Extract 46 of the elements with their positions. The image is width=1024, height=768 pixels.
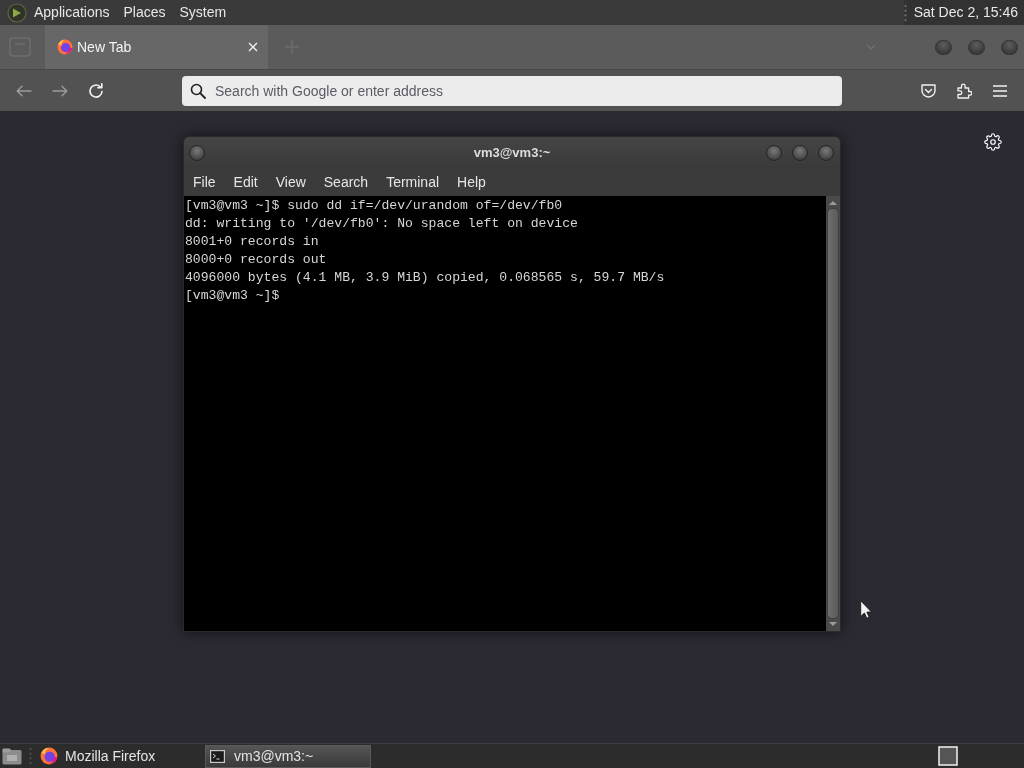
menu-item[interactable]: Search xyxy=(317,170,375,194)
panel-menu[interactable]: System xyxy=(172,0,234,25)
play-circle-icon[interactable] xyxy=(7,2,27,23)
panel-menu[interactable]: Applications xyxy=(27,0,117,25)
terminal-line: 4096000 bytes (4.1 MB, 3.9 MiB) copied, 0.068565 s, 59.7 MB/s xyxy=(185,269,665,287)
terminal-line: [vm3@vm3 ~]$ xyxy=(185,287,280,305)
window-control-button[interactable] xyxy=(968,39,985,55)
taskbar-button[interactable]: vm3@vm3:~ xyxy=(205,744,371,768)
terminal-line: dd: writing to '/dev/fb0': No space left on device xyxy=(185,215,578,233)
menu-item[interactable]: Terminal xyxy=(380,170,446,194)
menu-icon[interactable] xyxy=(993,84,1007,97)
menu-item[interactable]: Help xyxy=(451,170,492,194)
scrollbar-thumb[interactable] xyxy=(827,208,839,619)
search-icon xyxy=(190,82,206,99)
grip-icon[interactable] xyxy=(903,3,907,22)
menu-item[interactable]: Edit xyxy=(227,170,264,194)
window-control-button[interactable] xyxy=(766,144,782,161)
terminal-icon xyxy=(210,749,225,763)
window-control-button[interactable] xyxy=(792,144,808,161)
mouse-pointer-icon xyxy=(860,600,872,619)
shield-chevron-icon[interactable] xyxy=(920,83,936,98)
reload-icon[interactable] xyxy=(88,82,104,99)
menu-item[interactable]: View xyxy=(269,170,312,194)
browser-tab[interactable]: New Tab xyxy=(45,25,268,69)
address-bar[interactable]: Search with Google or enter address xyxy=(182,75,842,106)
window-title: vm3@vm3:~ xyxy=(473,143,551,162)
puzzle-icon[interactable] xyxy=(956,82,972,99)
window-control-button[interactable] xyxy=(935,39,952,55)
panel-menu[interactable]: Places xyxy=(116,0,173,25)
browser-logo-icon xyxy=(57,39,73,55)
window-control-button[interactable] xyxy=(818,144,834,161)
window-control-button[interactable] xyxy=(189,144,205,161)
workspace-icon[interactable] xyxy=(938,746,958,766)
triangle-down-icon[interactable] xyxy=(829,622,837,626)
menu-item[interactable]: File xyxy=(187,170,222,194)
terminal-line: 8001+0 records in xyxy=(185,233,319,251)
window-control-button[interactable] xyxy=(1001,39,1018,55)
taskbar-button[interactable]: Mozilla Firefox xyxy=(35,744,201,768)
triangle-up-icon[interactable] xyxy=(829,201,837,205)
browser-logo-icon xyxy=(40,747,58,765)
settings-icon[interactable] xyxy=(984,133,1002,151)
terminal-line: 8000+0 records out xyxy=(185,251,327,269)
terminal-line: [vm3@vm3 ~]$ sudo dd if=/dev/urandom of=/dev/fb0 xyxy=(185,197,563,215)
scrollbar[interactable] xyxy=(826,196,840,631)
close-icon[interactable] xyxy=(248,42,258,52)
desktop-icon[interactable] xyxy=(2,747,22,765)
